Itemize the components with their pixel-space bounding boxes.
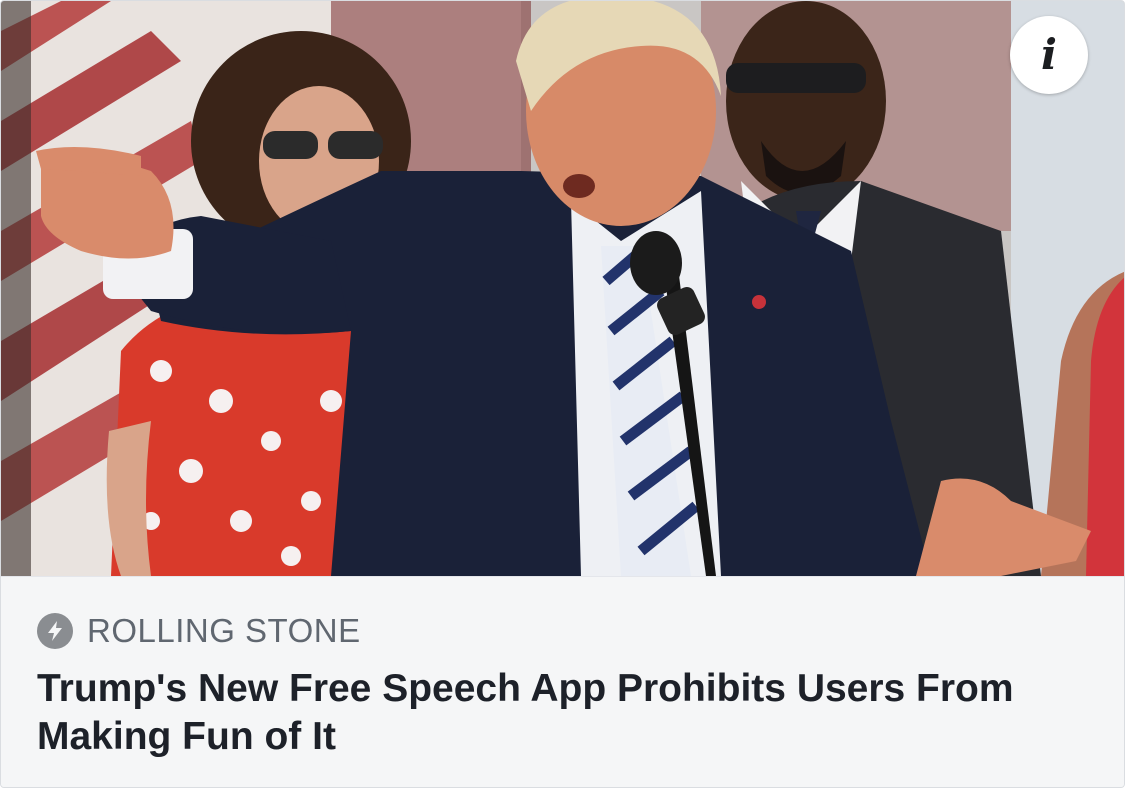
info-icon: i bbox=[1041, 30, 1057, 79]
link-preview-card[interactable]: i ROLLING STONE Trump's New Free Speech … bbox=[0, 0, 1125, 788]
article-photo-illustration bbox=[1, 1, 1124, 576]
source-name: ROLLING STONE bbox=[87, 612, 361, 649]
lightning-bolt-icon bbox=[37, 613, 73, 649]
article-photo[interactable] bbox=[1, 1, 1124, 576]
source-row: ROLLING STONE bbox=[37, 612, 361, 649]
info-button[interactable]: i bbox=[1010, 16, 1088, 94]
article-headline[interactable]: Trump's New Free Speech App Prohibits Us… bbox=[37, 665, 1077, 761]
link-preview-meta[interactable]: ROLLING STONE Trump's New Free Speech Ap… bbox=[1, 576, 1124, 787]
